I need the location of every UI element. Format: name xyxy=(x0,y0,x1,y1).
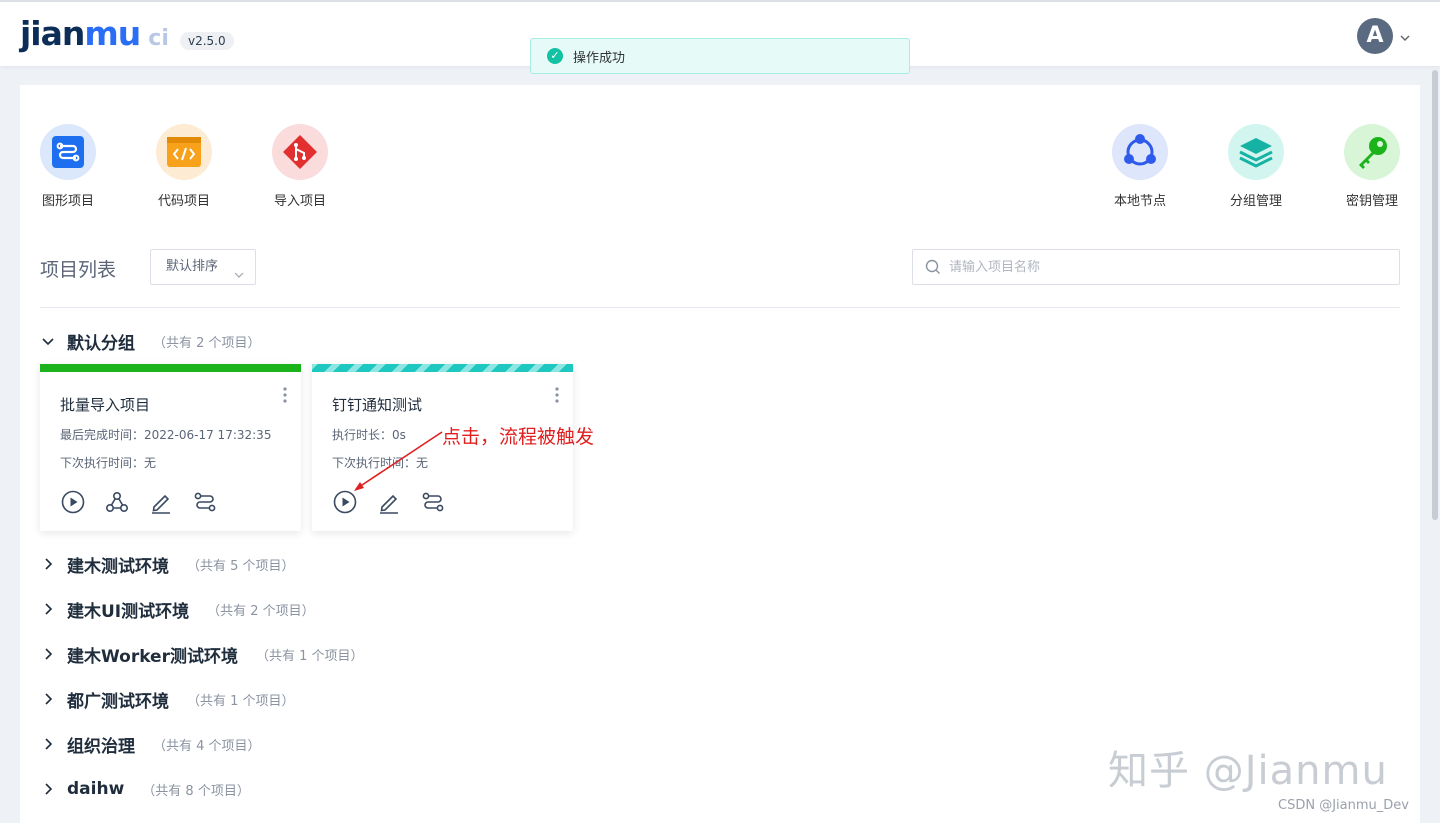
logo[interactable]: jian mu ci xyxy=(20,14,169,54)
edit-icon[interactable] xyxy=(148,489,174,515)
sort-select[interactable]: 默认排序 xyxy=(150,249,256,285)
chevron-right-icon xyxy=(40,556,56,572)
webhook-icon[interactable] xyxy=(104,489,130,515)
group-name: 建木测试环境 xyxy=(67,556,169,577)
group-header[interactable]: 建木UI测试环境 （共有 2 个项目） xyxy=(40,597,315,622)
chevron-down-icon xyxy=(233,261,245,295)
code-project-icon xyxy=(156,124,212,180)
search-input[interactable] xyxy=(949,250,1389,284)
quick-action-local-node[interactable]: 本地节点 xyxy=(1105,124,1175,209)
chevron-right-icon xyxy=(40,646,56,662)
group-name: daihw xyxy=(67,779,125,799)
toast-message: 操作成功 xyxy=(573,50,626,66)
logo-text-ci: ci xyxy=(148,26,169,51)
group-count: （共有 5 个项目） xyxy=(187,558,295,574)
scrollbar[interactable] xyxy=(1432,70,1438,520)
quick-action-code-project[interactable]: 代码项目 xyxy=(149,124,219,209)
divider xyxy=(40,307,1400,308)
quick-action-label: 导入项目 xyxy=(273,194,326,209)
group-header[interactable]: 组织治理 （共有 4 个项目） xyxy=(40,732,261,757)
group-count: （共有 2 个项目） xyxy=(153,335,261,351)
card-title[interactable]: 批量导入项目 xyxy=(60,394,150,415)
group-header[interactable]: 建木测试环境 （共有 5 个项目） xyxy=(40,552,295,577)
more-vertical-icon[interactable] xyxy=(553,386,561,404)
quick-action-label: 本地节点 xyxy=(1113,194,1166,209)
project-card[interactable]: 批量导入项目 最后完成时间：2022-06-17 17:32:35 下次执行时间… xyxy=(40,364,301,531)
quick-action-import-project[interactable]: 导入项目 xyxy=(265,124,335,209)
card-last-finish-time: 最后完成时间：2022-06-17 17:32:35 xyxy=(60,428,272,442)
graph-project-icon xyxy=(40,124,96,180)
group-name: 都广测试环境 xyxy=(67,691,169,712)
quick-action-label: 代码项目 xyxy=(157,194,210,209)
group-header[interactable]: 建木Worker测试环境 （共有 1 个项目） xyxy=(40,642,364,667)
search-icon xyxy=(925,259,941,279)
group-name: 默认分组 xyxy=(67,333,135,354)
group-name: 建木UI测试环境 xyxy=(67,601,190,622)
quick-action-label: 图形项目 xyxy=(41,194,94,209)
key-manage-icon xyxy=(1344,124,1400,180)
play-icon[interactable] xyxy=(60,489,86,515)
group-name: 组织治理 xyxy=(67,736,135,757)
version-badge: v2.5.0 xyxy=(180,32,234,50)
chevron-right-icon xyxy=(40,736,56,752)
quick-action-key-manage[interactable]: 密钥管理 xyxy=(1337,124,1407,209)
quick-action-group-manage[interactable]: 分组管理 xyxy=(1221,124,1291,209)
annotation-arrow xyxy=(354,431,443,491)
group-count: （共有 8 个项目） xyxy=(142,783,250,799)
group-count: （共有 1 个项目） xyxy=(255,648,364,664)
group-header[interactable]: 都广测试环境 （共有 1 个项目） xyxy=(40,687,295,712)
workflow-icon[interactable] xyxy=(192,489,218,515)
group-count: （共有 2 个项目） xyxy=(207,603,315,619)
annotation-text: 点击，流程被触发 xyxy=(442,426,595,448)
search-box[interactable] xyxy=(912,249,1400,285)
group-manage-icon xyxy=(1228,124,1284,180)
success-toast: ✓ 操作成功 xyxy=(530,38,910,74)
group-header[interactable]: daihw （共有 8 个项目） xyxy=(40,777,250,801)
chevron-right-icon xyxy=(40,691,56,707)
chevron-right-icon xyxy=(40,601,56,617)
card-actions xyxy=(60,489,218,515)
project-list-title: 项目列表 xyxy=(40,259,117,281)
logo-text-mu: mu xyxy=(84,14,141,53)
git-import-icon xyxy=(272,124,328,180)
group-count: （共有 4 个项目） xyxy=(153,738,261,754)
logo-text-jian: jian xyxy=(20,14,85,53)
avatar[interactable]: A xyxy=(1357,18,1393,54)
group-header-default[interactable]: 默认分组 （共有 2 个项目） xyxy=(40,329,261,354)
csdn-watermark: CSDN @Jianmu_Dev xyxy=(1278,798,1409,813)
chevron-down-icon xyxy=(40,333,56,349)
card-status-bar xyxy=(40,364,301,372)
chevron-down-icon[interactable] xyxy=(1399,29,1411,41)
card-status-bar-running xyxy=(312,364,573,372)
chevron-right-icon xyxy=(40,781,56,797)
quick-action-label: 密钥管理 xyxy=(1345,194,1398,209)
quick-action-label: 分组管理 xyxy=(1229,194,1282,209)
quick-action-graph-project[interactable]: 图形项目 xyxy=(33,124,103,209)
zhihu-watermark: 知乎 @Jianmu xyxy=(1108,748,1388,794)
group-name: 建木Worker测试环境 xyxy=(67,646,238,667)
card-title[interactable]: 钉钉通知测试 xyxy=(332,394,422,415)
group-count: （共有 1 个项目） xyxy=(187,693,295,709)
sort-select-value: 默认排序 xyxy=(166,259,219,274)
check-circle-icon: ✓ xyxy=(547,48,563,64)
local-node-icon xyxy=(1112,124,1168,180)
more-vertical-icon[interactable] xyxy=(281,386,289,404)
card-next-run-time: 下次执行时间：无 xyxy=(60,456,157,470)
